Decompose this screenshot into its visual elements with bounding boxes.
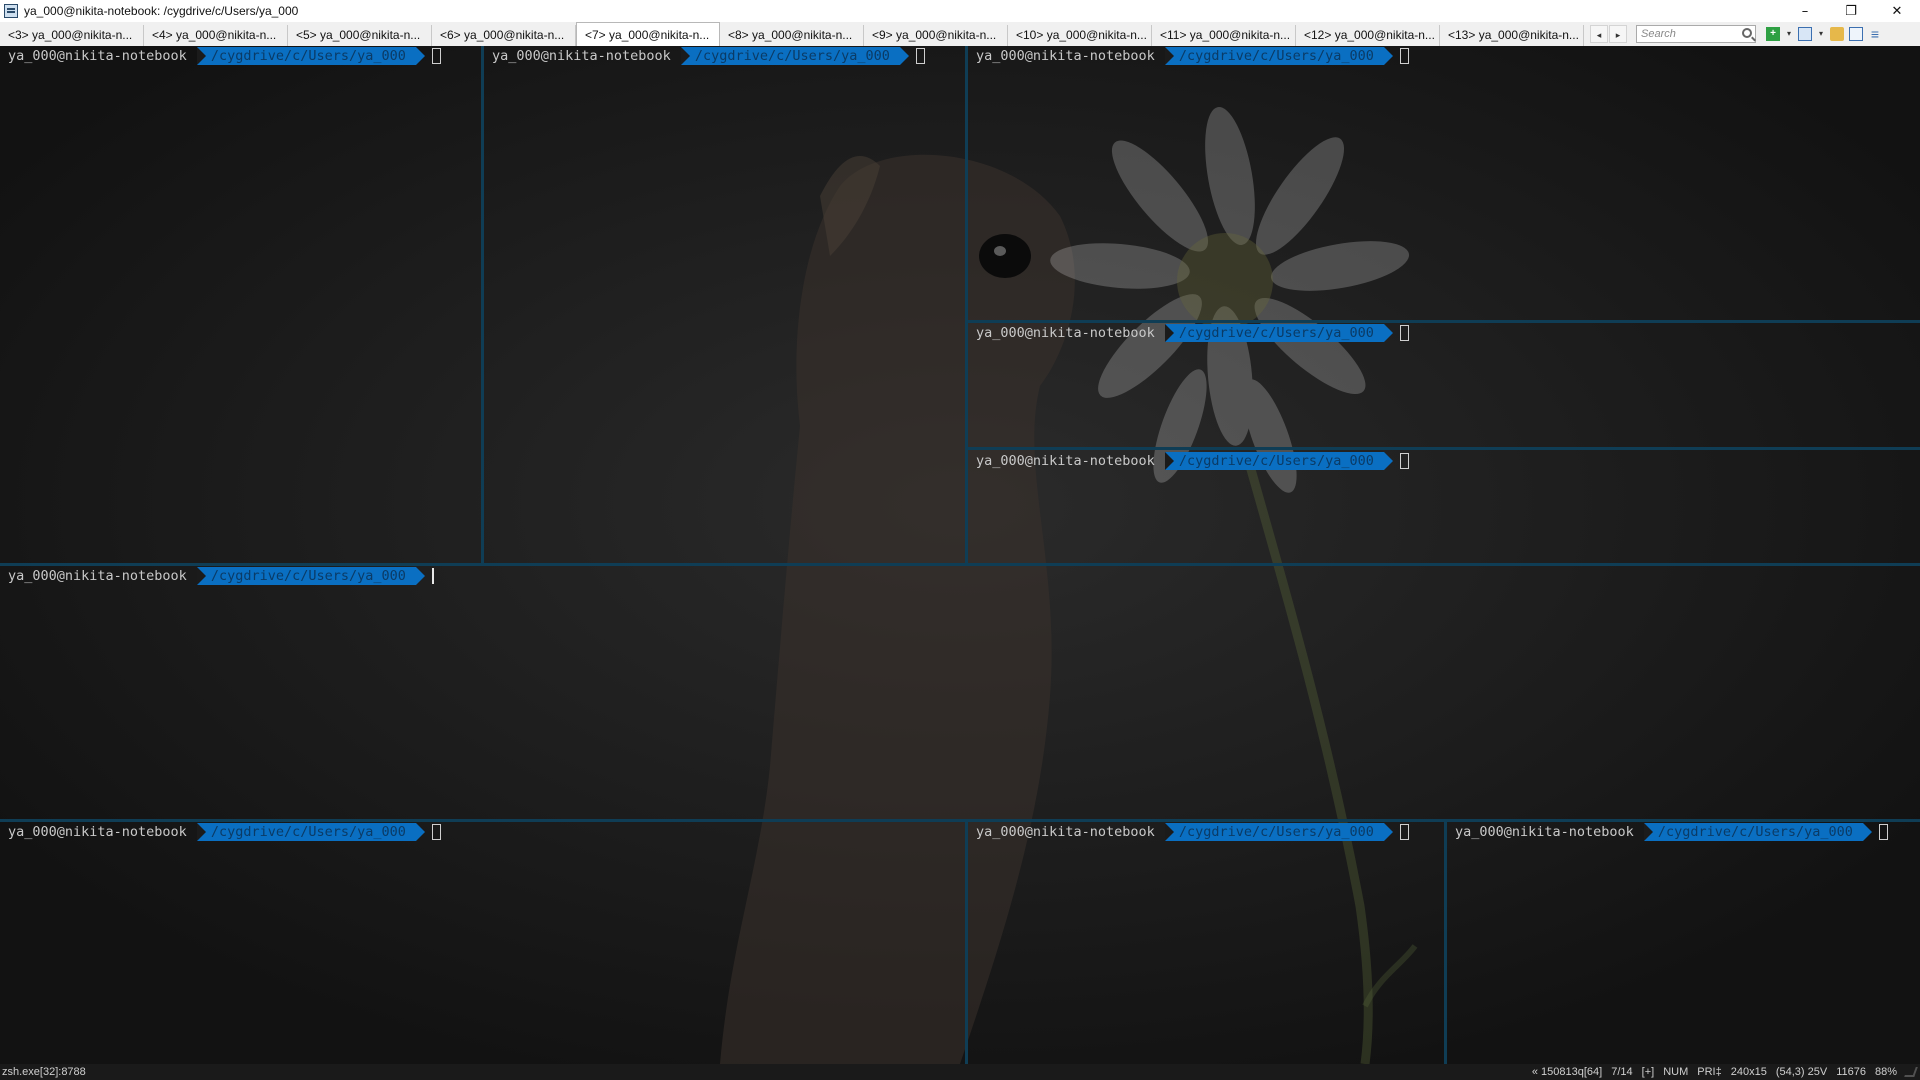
shell-prompt: ya_000@nikita-notebook /cygdrive/c/Users… <box>0 822 965 842</box>
prompt-path: /cygdrive/c/Users/ya_000 <box>680 47 909 65</box>
restore-button[interactable]: ❐ <box>1828 0 1874 22</box>
cursor <box>431 48 441 64</box>
search-placeholder: Search <box>1641 28 1676 40</box>
status-process[interactable]: zsh.exe[32]:8788 <box>0 1066 86 1078</box>
shell-prompt: ya_000@nikita-notebook /cygdrive/c/Users… <box>484 46 965 66</box>
prompt-user: ya_000@nikita-notebook <box>976 325 1155 341</box>
shell-prompt: ya_000@nikita-notebook /cygdrive/c/Users… <box>968 822 1444 842</box>
status-item[interactable]: 11676 <box>1836 1066 1866 1078</box>
cursor <box>1399 325 1409 341</box>
console-tabs: <3> ya_000@nikita-n... <4> ya_000@nikita… <box>0 22 1584 46</box>
shell-prompt: ya_000@nikita-notebook /cygdrive/c/Users… <box>968 323 1920 343</box>
title-bar: ya_000@nikita-notebook: /cygdrive/c/User… <box>0 0 1920 22</box>
maximize-pane-icon[interactable] <box>1849 27 1863 41</box>
prompt-user: ya_000@nikita-notebook <box>976 453 1155 469</box>
search-icon[interactable] <box>1742 28 1752 38</box>
prompt-user: ya_000@nikita-notebook <box>8 824 187 840</box>
tab-5[interactable]: <5> ya_000@nikita-n... <box>288 25 432 46</box>
terminal-pane-bottom-middle[interactable]: ya_000@nikita-notebook /cygdrive/c/Users… <box>968 822 1444 1064</box>
status-item[interactable]: (54,3) 25V <box>1776 1066 1827 1078</box>
cursor <box>1878 824 1888 840</box>
tab-9[interactable]: <9> ya_000@nikita-n... <box>864 25 1008 46</box>
tab-12[interactable]: <12> ya_000@nikita-n... <box>1296 25 1440 46</box>
prompt-user: ya_000@nikita-notebook <box>976 48 1155 64</box>
terminal-pane-middle-active[interactable]: ya_000@nikita-notebook /cygdrive/c/Users… <box>0 566 1920 819</box>
terminal-pane-right-mid-1[interactable]: ya_000@nikita-notebook /cygdrive/c/Users… <box>968 323 1920 447</box>
prompt-path: /cygdrive/c/Users/ya_000 <box>1164 47 1393 65</box>
prompt-path: /cygdrive/c/Users/ya_000 <box>1164 452 1393 470</box>
terminal-pane-bottom-left[interactable]: ya_000@nikita-notebook /cygdrive/c/Users… <box>0 822 965 1064</box>
terminal-pane-right-mid-2[interactable]: ya_000@nikita-notebook /cygdrive/c/Users… <box>968 451 1920 563</box>
shell-prompt: ya_000@nikita-notebook /cygdrive/c/Users… <box>0 566 1920 586</box>
terminal-pane-top-middle[interactable]: ya_000@nikita-notebook /cygdrive/c/Users… <box>484 46 965 563</box>
pane-divider[interactable] <box>968 447 1920 450</box>
cursor <box>1399 48 1409 64</box>
prompt-path: /cygdrive/c/Users/ya_000 <box>196 567 425 585</box>
prompt-user: ya_000@nikita-notebook <box>8 48 187 64</box>
toolbar: + ▾ ▾ ≡ <box>1766 22 1882 46</box>
cursor <box>431 568 434 584</box>
prompt-path: /cygdrive/c/Users/ya_000 <box>1164 823 1393 841</box>
shell-prompt: ya_000@nikita-notebook /cygdrive/c/Users… <box>0 46 481 66</box>
prompt-user: ya_000@nikita-notebook <box>1455 824 1634 840</box>
tab-7-active[interactable]: <7> ya_000@nikita-n... <box>576 22 720 46</box>
tab-6[interactable]: <6> ya_000@nikita-n... <box>432 25 576 46</box>
resize-grip-icon[interactable] <box>1904 1067 1918 1077</box>
tab-3[interactable]: <3> ya_000@nikita-n... <box>0 25 144 46</box>
prompt-user: ya_000@nikita-notebook <box>976 824 1155 840</box>
split-panes-icon[interactable] <box>1798 27 1812 41</box>
scroll-tabs-right-icon[interactable]: ▸ <box>1609 25 1627 43</box>
tab-scroll-controls: ◂ ▸ <box>1590 22 1628 46</box>
status-indicators: « 150813q[64] 7/14 [+] NUM PRI‡ 240x15 (… <box>1532 1064 1918 1080</box>
close-button[interactable]: ✕ <box>1874 0 1920 22</box>
cursor <box>1399 824 1409 840</box>
terminal-pane-top-left[interactable]: ya_000@nikita-notebook /cygdrive/c/Users… <box>0 46 481 563</box>
tab-bar: <3> ya_000@nikita-n... <4> ya_000@nikita… <box>0 22 1920 46</box>
terminal-pane-bottom-right[interactable]: ya_000@nikita-notebook /cygdrive/c/Users… <box>1447 822 1920 1064</box>
tab-13[interactable]: <13> ya_000@nikita-n... <box>1440 25 1584 46</box>
search-input[interactable]: Search <box>1636 25 1756 43</box>
terminal-area: ya_000@nikita-notebook /cygdrive/c/Users… <box>0 46 1920 1064</box>
status-item[interactable]: PRI‡ <box>1697 1066 1721 1078</box>
window-controls: – ❐ ✕ <box>1782 0 1920 22</box>
prompt-path: /cygdrive/c/Users/ya_000 <box>196 823 425 841</box>
menu-icon[interactable]: ≡ <box>1868 27 1882 41</box>
chevron-down-icon[interactable]: ▾ <box>1785 27 1793 41</box>
tab-8[interactable]: <8> ya_000@nikita-n... <box>720 25 864 46</box>
cursor <box>915 48 925 64</box>
lock-icon[interactable] <box>1830 27 1844 41</box>
shell-prompt: ya_000@nikita-notebook /cygdrive/c/Users… <box>968 451 1920 471</box>
status-item[interactable]: « 150813q[64] <box>1532 1066 1602 1078</box>
new-console-icon[interactable]: + <box>1766 27 1780 41</box>
tab-10[interactable]: <10> ya_000@nikita-n... <box>1008 25 1152 46</box>
cursor <box>1399 453 1409 469</box>
tab-11[interactable]: <11> ya_000@nikita-n... <box>1152 25 1296 46</box>
minimize-button[interactable]: – <box>1782 0 1828 22</box>
tab-4[interactable]: <4> ya_000@nikita-n... <box>144 25 288 46</box>
cursor <box>431 824 441 840</box>
scroll-tabs-left-icon[interactable]: ◂ <box>1590 25 1608 43</box>
window-title: ya_000@nikita-notebook: /cygdrive/c/User… <box>24 4 299 18</box>
prompt-path: /cygdrive/c/Users/ya_000 <box>196 47 425 65</box>
prompt-path: /cygdrive/c/Users/ya_000 <box>1164 324 1393 342</box>
status-item[interactable]: 88% <box>1875 1066 1897 1078</box>
chevron-down-icon[interactable]: ▾ <box>1817 27 1825 41</box>
prompt-path: /cygdrive/c/Users/ya_000 <box>1643 823 1872 841</box>
terminal-app-icon <box>4 4 18 18</box>
status-bar: zsh.exe[32]:8788 « 150813q[64] 7/14 [+] … <box>0 1064 1920 1080</box>
status-item[interactable]: [+] <box>1642 1066 1655 1078</box>
status-item[interactable]: NUM <box>1663 1066 1688 1078</box>
status-item[interactable]: 7/14 <box>1611 1066 1632 1078</box>
status-item[interactable]: 240x15 <box>1731 1066 1767 1078</box>
terminal-pane-top-right[interactable]: ya_000@nikita-notebook /cygdrive/c/Users… <box>968 46 1920 320</box>
prompt-user: ya_000@nikita-notebook <box>8 568 187 584</box>
shell-prompt: ya_000@nikita-notebook /cygdrive/c/Users… <box>968 46 1920 66</box>
prompt-user: ya_000@nikita-notebook <box>492 48 671 64</box>
shell-prompt: ya_000@nikita-notebook /cygdrive/c/Users… <box>1447 822 1920 842</box>
